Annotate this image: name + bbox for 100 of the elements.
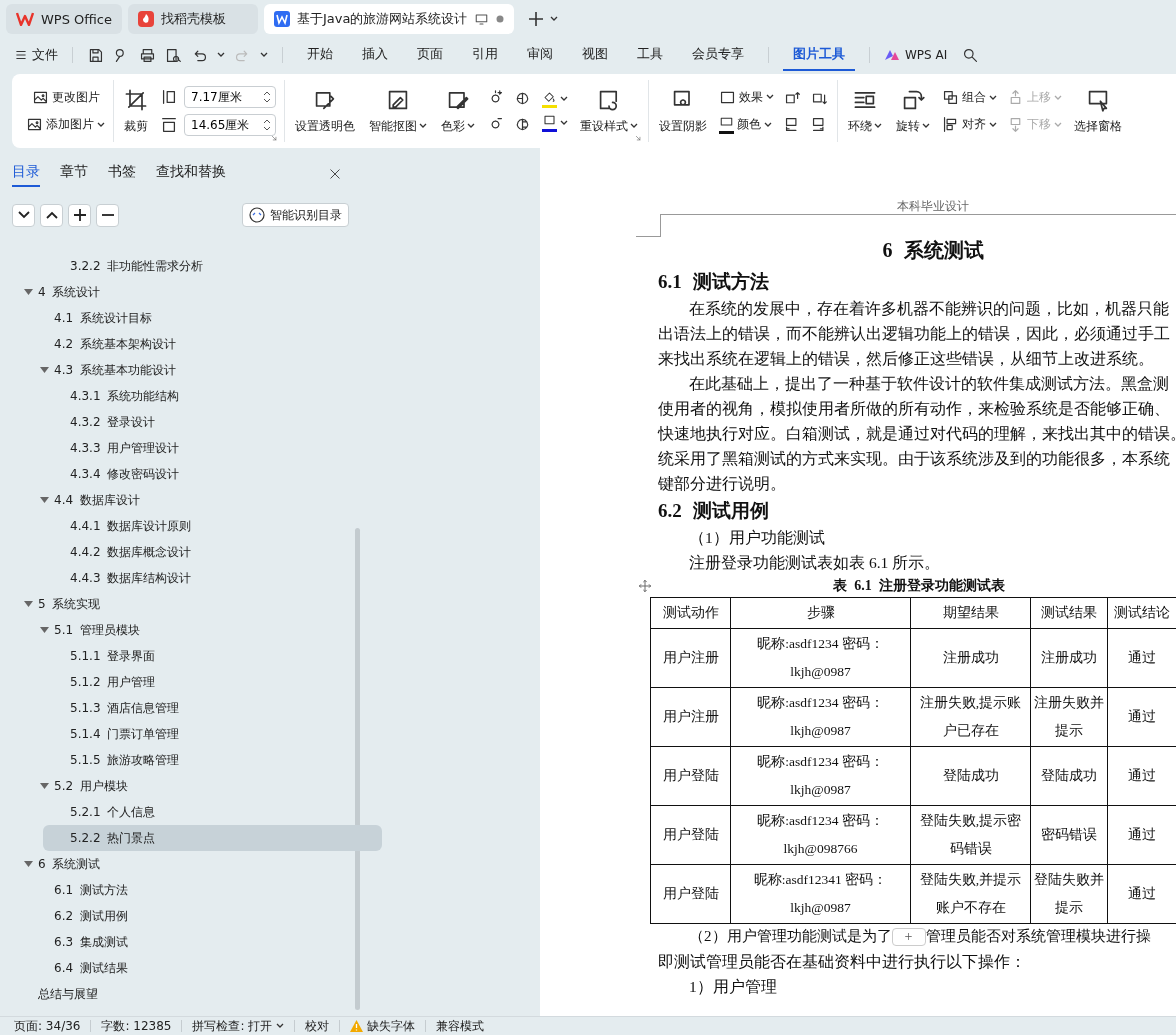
ribbon-tab[interactable]: 插入 [352, 39, 398, 71]
toc-item[interactable]: 4.4 数据库设计 [27, 487, 366, 513]
toc-item[interactable]: 4.4.1 数据库设计原则 [43, 513, 382, 539]
effects-button[interactable]: 效果 [719, 86, 774, 108]
toc-item[interactable]: 6.2 测试用例 [27, 903, 366, 929]
add-picture-button[interactable]: 添加图片 [26, 114, 105, 135]
collapse-button[interactable] [12, 203, 35, 227]
align-button[interactable]: 对齐 [942, 114, 997, 135]
group-button[interactable]: 组合 [942, 87, 997, 108]
toc-item[interactable]: 5.1.1 登录界面 [43, 643, 382, 669]
insert-button[interactable]: + [891, 927, 926, 946]
ribbon-tab[interactable]: 图片工具 [783, 39, 855, 71]
document-tab[interactable]: 基于Java的旅游网站系统设计 [264, 4, 515, 34]
document-tab[interactable]: WPS Office [6, 4, 122, 34]
caret-icon [630, 123, 638, 129]
panel-tab[interactable]: 查找和替换 [156, 161, 226, 187]
expand-icon[interactable] [24, 860, 33, 868]
selection-pane-button[interactable]: 选择窗格 [1072, 85, 1124, 137]
panel-tab[interactable]: 书签 [108, 161, 136, 187]
smart-toc-button[interactable]: 智能识别目录 [242, 203, 349, 227]
shadow-button[interactable]: 设置阴影 [657, 85, 709, 137]
remove-button[interactable] [96, 203, 119, 227]
table-cell: 昵称:asdf1234 密码：lkjh@098766 [730, 805, 911, 865]
toc-item[interactable]: 6.4 测试结果 [27, 955, 366, 981]
rotate-button[interactable]: 旋转 [894, 85, 932, 137]
expand-icon[interactable] [24, 600, 33, 608]
spinner-icon[interactable] [263, 90, 271, 104]
border-color-button[interactable] [542, 114, 568, 132]
expand-button[interactable] [40, 203, 63, 227]
table-cell: 昵称:asdf1234 密码：lkjh@0987 [730, 687, 911, 747]
toc-item[interactable]: 4.3 系统基本功能设计 [27, 357, 366, 383]
expand-icon[interactable] [40, 782, 49, 790]
ai-button[interactable]: WPS AI [884, 48, 948, 62]
caret-icon [766, 94, 774, 100]
document-tab[interactable]: 找稻壳模板 [128, 4, 258, 34]
toc-item[interactable]: 5.2.1 个人信息 [43, 799, 382, 825]
ribbon-tab[interactable]: 引用 [462, 39, 508, 71]
expand-icon[interactable] [40, 496, 49, 504]
panel-tab[interactable]: 章节 [60, 161, 88, 187]
change-picture-button[interactable]: 更改图片 [31, 87, 100, 108]
ribbon-tab[interactable]: 开始 [297, 39, 343, 71]
word-count: 字数: 12385 [101, 1017, 172, 1035]
toc-item[interactable]: 5.2 用户模块 [27, 773, 366, 799]
toc-item[interactable]: 6 系统测试 [11, 851, 350, 877]
toc-item[interactable]: 5.1.5 旅游攻略管理 [43, 747, 382, 773]
color-mode-button[interactable]: 色彩 [439, 85, 477, 137]
table-caption: 表 6.1 注册登录功能测试表 [831, 577, 1007, 595]
fill-color-button[interactable] [542, 90, 568, 108]
compat-mode-button[interactable]: 兼容模式 [436, 1017, 485, 1035]
add-tab-icon[interactable] [528, 11, 545, 27]
caret-icon [1054, 121, 1062, 128]
expand-icon[interactable] [40, 366, 49, 374]
scrollbar-thumb[interactable] [354, 528, 360, 1010]
spell-check-button[interactable]: 拼写检查: 打开 [192, 1017, 285, 1035]
panel-tab[interactable]: 目录 [12, 161, 40, 187]
spinner-icon[interactable] [263, 118, 271, 132]
toc-item[interactable]: 4.4.3 数据库结构设计 [43, 565, 382, 591]
crop-icon [124, 87, 148, 112]
width-field[interactable]: 7.17厘米 [184, 86, 276, 108]
toc-item[interactable]: 总结与展望 [11, 981, 350, 1007]
paragraph-line: 注册登录功能测试表如表 6.1 所示。 [688, 553, 942, 573]
ribbon-tab[interactable]: 工具 [627, 39, 673, 71]
toc-item[interactable]: 4.2 系统基本架构设计 [27, 331, 366, 357]
toc-item[interactable]: 5.1.3 酒店信息管理 [43, 695, 382, 721]
dialog-launcher-icon [271, 135, 280, 144]
toc-item[interactable]: 6.1 测试方法 [27, 877, 366, 903]
toc-item[interactable]: 4.1 系统设计目标 [27, 305, 366, 331]
toc-item[interactable]: 4.3.2 登录设计 [43, 409, 382, 435]
wrap-button[interactable]: 环绕 [846, 85, 884, 137]
toc-item[interactable]: 4.4.2 数据库概念设计 [43, 539, 382, 565]
file-menu[interactable]: 文件 [14, 46, 58, 64]
toc-item[interactable]: 5.1 管理员模块 [27, 617, 366, 643]
missing-font-button[interactable]: 缺失字体 [350, 1017, 416, 1035]
expand-icon[interactable] [24, 288, 33, 296]
proofread-button[interactable]: 校对 [305, 1017, 330, 1035]
toc-item[interactable]: 4.3.4 修改密码设计 [43, 461, 382, 487]
toc-item[interactable]: 5.2.2 热门景点 [43, 825, 382, 851]
smart-cutout-button[interactable]: 智能抠图 [367, 85, 429, 137]
paragraph-line: （1）用户功能测试 [688, 528, 826, 548]
ribbon-tab[interactable]: 页面 [407, 39, 453, 71]
reset-style-button[interactable]: 重设样式 [578, 85, 640, 137]
toc-item[interactable]: 5.1.2 用户管理 [43, 669, 382, 695]
toc-item[interactable]: 6.3 集成测试 [27, 929, 366, 955]
toc-item[interactable]: 4.3.1 系统功能结构 [43, 383, 382, 409]
toc-item[interactable]: 3.2.2 非功能性需求分析 [43, 253, 382, 279]
add-button[interactable] [68, 203, 91, 227]
expand-icon[interactable] [40, 626, 49, 634]
set-transparent-button[interactable]: 设置透明色 [293, 85, 357, 137]
color-button[interactable]: 颜色 [719, 113, 774, 136]
crop-button[interactable]: 裁剪 [122, 85, 150, 137]
toc-item[interactable]: 4 系统设计 [11, 279, 350, 305]
height-field[interactable]: 14.65厘米 [184, 114, 276, 136]
change-picture-icon [31, 89, 49, 106]
toc-item[interactable]: 4.3.3 用户管理设计 [43, 435, 382, 461]
toc-item[interactable]: 5 系统实现 [11, 591, 350, 617]
ribbon-tab[interactable]: 审阅 [517, 39, 563, 71]
logo-icon [16, 12, 34, 26]
ribbon-tab[interactable]: 视图 [572, 39, 618, 71]
toc-item[interactable]: 5.1.4 门票订单管理 [43, 721, 382, 747]
ribbon-tab[interactable]: 会员专享 [682, 39, 754, 71]
